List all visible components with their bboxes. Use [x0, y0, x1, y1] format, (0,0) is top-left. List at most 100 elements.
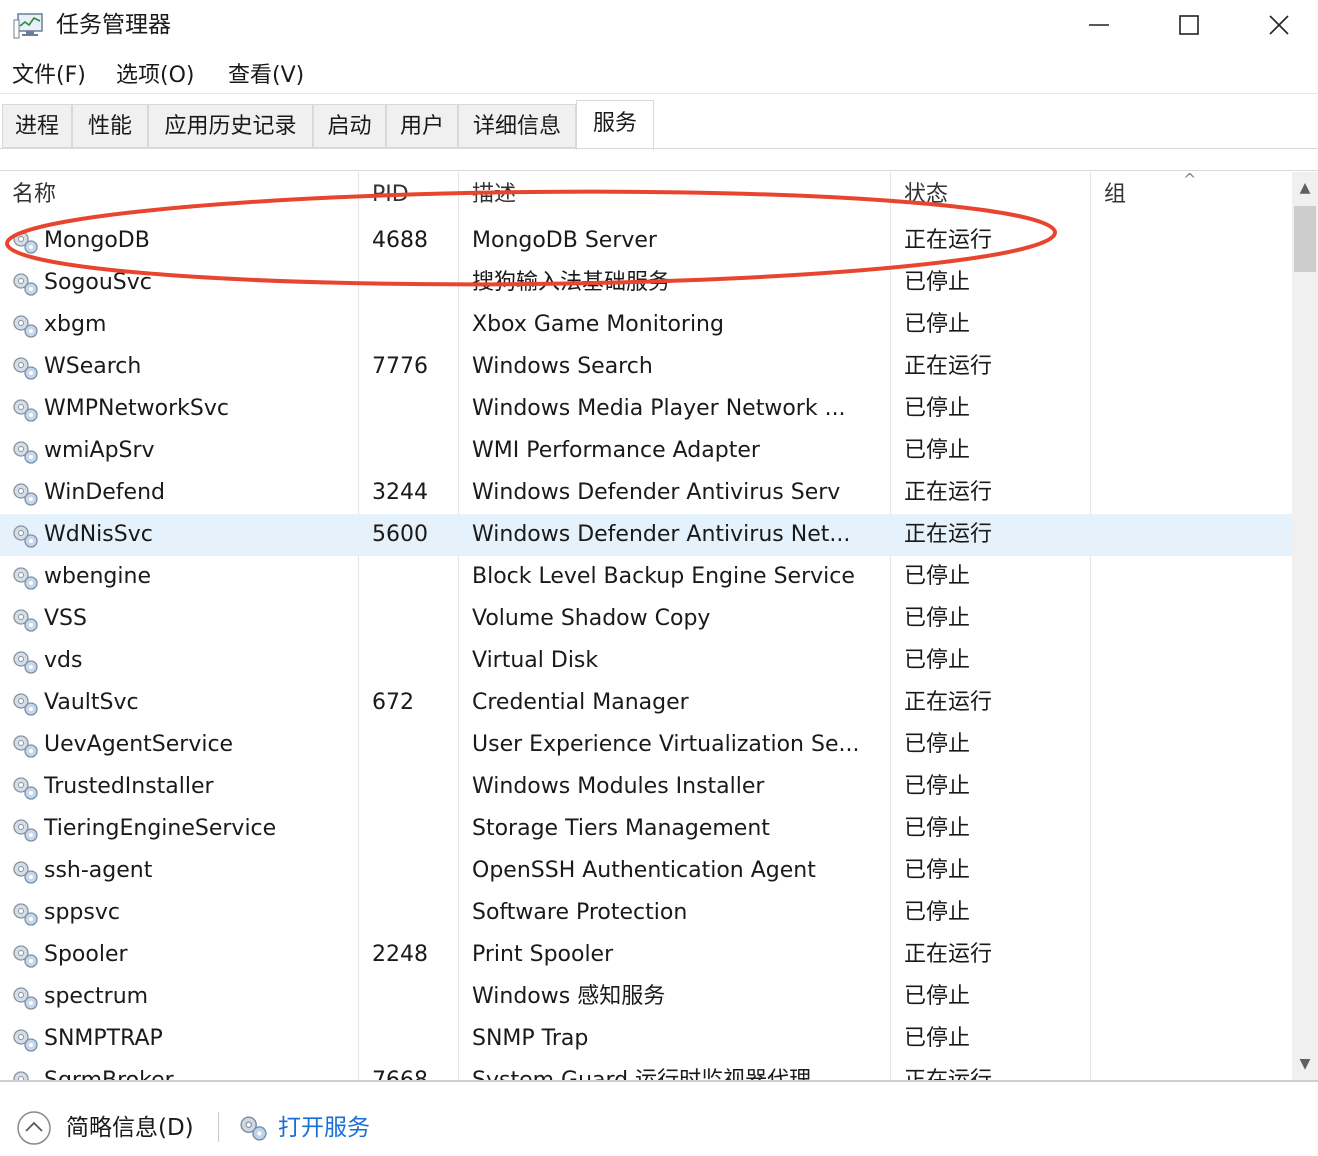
- table-row[interactable]: ssh-agent OpenSSH Authentication Agent 已停止: [0, 850, 1292, 892]
- service-gear-icon: [10, 522, 40, 548]
- service-name: UevAgentService: [44, 732, 234, 757]
- close-button[interactable]: [1234, 0, 1318, 50]
- menu-view[interactable]: 查看(V): [228, 56, 304, 96]
- vertical-scrollbar[interactable]: ▲ ▼: [1292, 172, 1318, 1080]
- service-status: 已停止: [904, 438, 971, 463]
- service-description: Storage Tiers Management: [472, 816, 770, 841]
- tab-performance[interactable]: 性能: [72, 104, 148, 148]
- service-name: wbengine: [44, 564, 151, 589]
- footer-separator: [218, 1112, 219, 1142]
- service-pid: 5600: [372, 522, 428, 547]
- tab-users[interactable]: 用户: [386, 104, 458, 148]
- tab-processes[interactable]: 进程: [2, 104, 72, 148]
- service-name: VaultSvc: [44, 690, 139, 715]
- table-row[interactable]: SogouSvc 搜狗输入法基础服务 已停止: [0, 262, 1292, 304]
- minimize-icon: [1089, 24, 1109, 26]
- service-description: User Experience Virtualization Se...: [472, 732, 860, 757]
- table-row[interactable]: UevAgentService User Experience Virtualiz…: [0, 724, 1292, 766]
- service-description: 搜狗输入法基础服务: [472, 270, 671, 295]
- table-row[interactable]: spectrum Windows 感知服务 已停止: [0, 976, 1292, 1018]
- column-header-pid[interactable]: PID: [372, 172, 409, 218]
- service-status: 已停止: [904, 312, 971, 337]
- service-description: Credential Manager: [472, 690, 689, 715]
- service-status: 已停止: [904, 1026, 971, 1051]
- table-row[interactable]: SNMPTRAP SNMP Trap 已停止: [0, 1018, 1292, 1060]
- service-name: Spooler: [44, 942, 128, 967]
- service-name: SogouSvc: [44, 270, 152, 295]
- service-status: 已停止: [904, 396, 971, 421]
- service-gear-icon: [10, 438, 40, 464]
- collapse-chevron-icon[interactable]: [16, 1110, 52, 1146]
- service-status: 正在运行: [904, 690, 993, 715]
- service-status: 正在运行: [904, 480, 993, 505]
- service-gear-icon: [10, 732, 40, 758]
- tab-services[interactable]: 服务: [576, 100, 654, 150]
- table-row[interactable]: wmiApSrv WMI Performance Adapter 已停止: [0, 430, 1292, 472]
- table-row[interactable]: WdNisSvc 5600 Windows Defender Antivirus N…: [0, 514, 1292, 556]
- service-name: WdNisSvc: [44, 522, 153, 547]
- service-name: WMPNetworkSvc: [44, 396, 229, 421]
- table-row[interactable]: xbgm Xbox Game Monitoring 已停止: [0, 304, 1292, 346]
- column-header-name[interactable]: 名称: [12, 172, 56, 218]
- open-services-link[interactable]: 打开服务: [278, 1100, 370, 1156]
- service-status: 正在运行: [904, 942, 993, 967]
- service-description: System Guard 运行时监视器代理: [472, 1060, 882, 1080]
- scroll-down-icon[interactable]: ▼: [1292, 1050, 1318, 1078]
- table-row[interactable]: sppsvc Software Protection 已停止: [0, 892, 1292, 934]
- maximize-button[interactable]: [1144, 0, 1234, 50]
- window-title: 任务管理器: [56, 12, 171, 38]
- service-gear-icon: [10, 858, 40, 884]
- table-row[interactable]: WMPNetworkSvc Windows Media Player Networ…: [0, 388, 1292, 430]
- table-row[interactable]: TieringEngineService Storage Tiers Manage…: [0, 808, 1292, 850]
- menu-divider: [0, 93, 1318, 94]
- column-header-description[interactable]: 描述: [472, 172, 516, 218]
- service-description: Block Level Backup Engine Service: [472, 564, 855, 589]
- service-name: SNMPTRAP: [44, 1026, 163, 1051]
- task-manager-icon: [13, 13, 43, 39]
- service-status: 已停止: [904, 900, 971, 925]
- table-row[interactable]: SgrmBroker 7668 System Guard 运行时监视器代理 正在运行: [0, 1060, 1292, 1080]
- service-gear-icon: [10, 984, 40, 1010]
- service-description: Xbox Game Monitoring: [472, 312, 724, 337]
- service-description: Windows Search: [472, 354, 653, 379]
- table-row[interactable]: wbengine Block Level Backup Engine Servic…: [0, 556, 1292, 598]
- minimize-button[interactable]: [1054, 0, 1144, 50]
- service-description: Windows 感知服务: [472, 984, 666, 1009]
- menu-file[interactable]: 文件(F): [12, 56, 86, 96]
- table-row[interactable]: Spooler 2248 Print Spooler 正在运行: [0, 934, 1292, 976]
- table-row[interactable]: VaultSvc 672 Credential Manager 正在运行: [0, 682, 1292, 724]
- scroll-up-icon[interactable]: ▲: [1292, 174, 1318, 202]
- service-status: 已停止: [904, 816, 971, 841]
- scrollbar-thumb[interactable]: [1294, 206, 1316, 272]
- table-row[interactable]: MongoDB 4688 MongoDB Server 正在运行: [0, 220, 1292, 262]
- tab-app-history[interactable]: 应用历史记录: [148, 104, 313, 148]
- column-header-status[interactable]: 状态: [904, 172, 948, 218]
- table-row[interactable]: WSearch 7776 Windows Search 正在运行: [0, 346, 1292, 388]
- table-row[interactable]: WinDefend 3244 Windows Defender Antivirus …: [0, 472, 1292, 514]
- service-description: Print Spooler: [472, 942, 614, 967]
- service-gear-icon: [10, 774, 40, 800]
- table-row[interactable]: VSS Volume Shadow Copy 已停止: [0, 598, 1292, 640]
- service-status: 正在运行: [904, 522, 993, 547]
- service-pid: 4688: [372, 228, 428, 253]
- tab-divider: [0, 148, 1318, 149]
- tab-details[interactable]: 详细信息: [458, 104, 576, 148]
- service-gear-icon: [10, 396, 40, 422]
- tab-startup[interactable]: 启动: [313, 104, 386, 148]
- service-pid: 7776: [372, 354, 428, 379]
- table-row[interactable]: TrustedInstaller Windows Modules Installe…: [0, 766, 1292, 808]
- fewer-details-link[interactable]: 简略信息(D): [66, 1100, 194, 1156]
- menu-options[interactable]: 选项(O): [116, 56, 194, 96]
- service-description: MongoDB Server: [472, 228, 657, 253]
- column-header-group[interactable]: 组: [1104, 172, 1126, 218]
- table-row[interactable]: vds Virtual Disk 已停止: [0, 640, 1292, 682]
- service-name: MongoDB: [44, 228, 150, 253]
- service-status: 已停止: [904, 732, 971, 757]
- service-status: 已停止: [904, 606, 971, 631]
- title-bar[interactable]: 任务管理器: [0, 0, 1318, 52]
- service-status: 已停止: [904, 774, 971, 799]
- service-gear-icon: [10, 228, 40, 254]
- service-status: 正在运行: [904, 354, 993, 379]
- service-gear-icon: [10, 1026, 40, 1052]
- footer: 简略信息(D) 打开服务: [0, 1100, 1318, 1145]
